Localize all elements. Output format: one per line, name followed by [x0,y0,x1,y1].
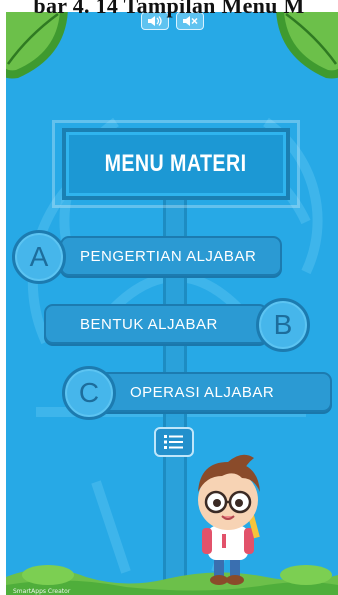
leaf-decoration-right [276,12,338,79]
letter-b-badge[interactable]: B [256,298,310,352]
leaf-decoration-left [6,12,68,79]
letter-label: B [273,309,293,340]
document-caption: bar 4. 14 Tampilan Menu M [33,0,305,18]
letter-label: C [78,377,100,408]
menu-title: MENU MATERI [105,150,247,177]
student-character [198,454,260,585]
letter-label: A [29,241,49,272]
menu-item-pengertian-aljabar[interactable]: PENGERTIAN ALJABAR [60,236,282,276]
letter-a-badge[interactable]: A [12,230,66,284]
menu-item-bentuk-aljabar[interactable]: BENTUK ALJABAR [44,304,268,344]
menu-item-operasi-aljabar[interactable]: OPERASI ALJABAR [80,372,332,412]
app-credit: SmartApps Creator [13,588,71,595]
app-screen: MENU MATERI PENGERTIAN ALJABAR A BENTUK … [6,12,338,595]
menu-item-label: BENTUK ALJABAR [80,315,218,333]
letter-c-badge[interactable]: C [62,366,116,420]
menu-item-label: PENGERTIAN ALJABAR [80,247,257,265]
list-icon [164,435,183,449]
signboard: MENU MATERI [62,128,290,200]
menu-item-label: OPERASI ALJABAR [130,383,275,401]
